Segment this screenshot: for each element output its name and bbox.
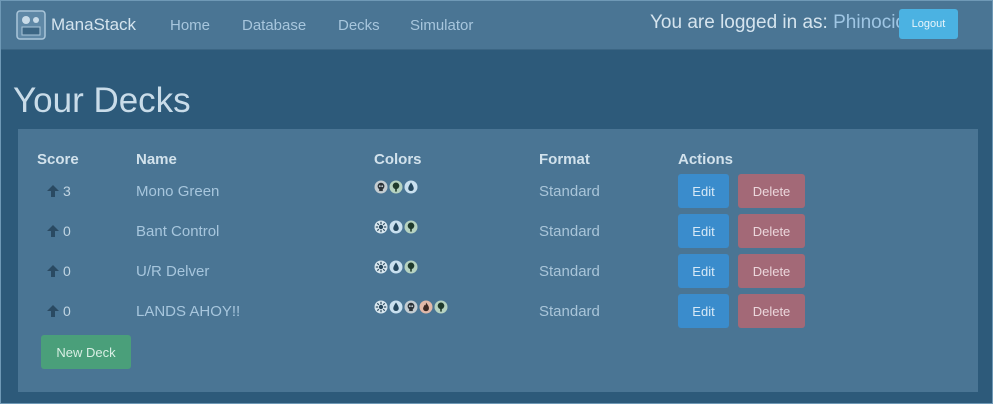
black-skull-icon: [404, 300, 418, 314]
edit-deck-button[interactable]: Edit: [678, 174, 729, 208]
nav-home[interactable]: Home: [170, 17, 210, 34]
nav-simulator[interactable]: Simulator: [410, 17, 473, 34]
green-tree-icon: [404, 220, 418, 234]
deck-colors: [374, 260, 419, 274]
table-row: 0 Bant Control Standard Edit Delete: [18, 214, 978, 250]
table-row: 0 LANDS AHOY!! Standard Edit Delete: [18, 294, 978, 330]
upvote-arrow-icon[interactable]: [46, 264, 60, 278]
green-tree-icon: [434, 300, 448, 314]
score-value: 0: [63, 223, 71, 239]
score-value: 3: [63, 183, 71, 199]
table-row: 3 Mono Green Standard Edit Delete: [18, 174, 978, 210]
page-title: Your Decks: [13, 81, 191, 120]
logout-button[interactable]: Logout: [899, 9, 958, 39]
login-status: You are logged in as: Phinocio: [650, 12, 906, 34]
black-skull-icon: [374, 180, 388, 194]
delete-deck-button[interactable]: Delete: [738, 294, 805, 328]
deck-name-link[interactable]: LANDS AHOY!!: [136, 303, 240, 320]
deck-format: Standard: [539, 303, 600, 320]
delete-deck-button[interactable]: Delete: [738, 254, 805, 288]
score-cell: 0: [46, 303, 71, 319]
score-cell: 3: [46, 183, 71, 199]
blue-drop-icon: [389, 300, 403, 314]
edit-deck-button[interactable]: Edit: [678, 254, 729, 288]
deck-name-link[interactable]: U/R Delver: [136, 263, 209, 280]
deck-format: Standard: [539, 263, 600, 280]
delete-deck-button[interactable]: Delete: [738, 214, 805, 248]
deck-name-link[interactable]: Bant Control: [136, 223, 219, 240]
deck-format: Standard: [539, 223, 600, 240]
header-score: Score: [37, 151, 79, 168]
white-sun-icon: [374, 300, 388, 314]
upvote-arrow-icon[interactable]: [46, 224, 60, 238]
username-link[interactable]: Phinocio: [833, 12, 906, 33]
deck-format: Standard: [539, 183, 600, 200]
brand-name: ManaStack: [51, 15, 137, 34]
score-value: 0: [63, 263, 71, 279]
white-sun-icon: [374, 260, 388, 274]
blue-drop-icon: [404, 180, 418, 194]
header-format: Format: [539, 151, 590, 168]
edit-deck-button[interactable]: Edit: [678, 214, 729, 248]
score-cell: 0: [46, 223, 71, 239]
deck-colors: [374, 300, 449, 314]
deck-colors: [374, 220, 419, 234]
table-row: 0 U/R Delver Standard Edit Delete: [18, 254, 978, 290]
header-actions: Actions: [678, 151, 734, 168]
green-tree-icon: [404, 260, 418, 274]
manastack-logo-icon: [16, 10, 46, 40]
deck-name-link[interactable]: Mono Green: [136, 183, 219, 200]
delete-deck-button[interactable]: Delete: [738, 174, 805, 208]
brand[interactable]: ManaStack: [16, 10, 136, 40]
deck-colors: [374, 180, 419, 194]
score-cell: 0: [46, 263, 71, 279]
red-fire-icon: [419, 300, 433, 314]
blue-drop-icon: [389, 260, 403, 274]
edit-deck-button[interactable]: Edit: [678, 294, 729, 328]
navbar: ManaStack Home Database Decks Simulator …: [1, 1, 992, 50]
score-value: 0: [63, 303, 71, 319]
new-deck-button[interactable]: New Deck: [41, 335, 131, 369]
upvote-arrow-icon[interactable]: [46, 304, 60, 318]
blue-drop-icon: [389, 220, 403, 234]
login-prefix: You are logged in as:: [650, 12, 828, 33]
white-sun-icon: [374, 220, 388, 234]
nav-decks[interactable]: Decks: [338, 17, 380, 34]
upvote-arrow-icon[interactable]: [46, 184, 60, 198]
header-name: Name: [136, 151, 177, 168]
header-colors: Colors: [374, 151, 422, 168]
decks-panel: Score Name Colors Format Actions 3 Mono …: [18, 129, 978, 392]
nav-database[interactable]: Database: [242, 17, 306, 34]
green-tree-icon: [389, 180, 403, 194]
